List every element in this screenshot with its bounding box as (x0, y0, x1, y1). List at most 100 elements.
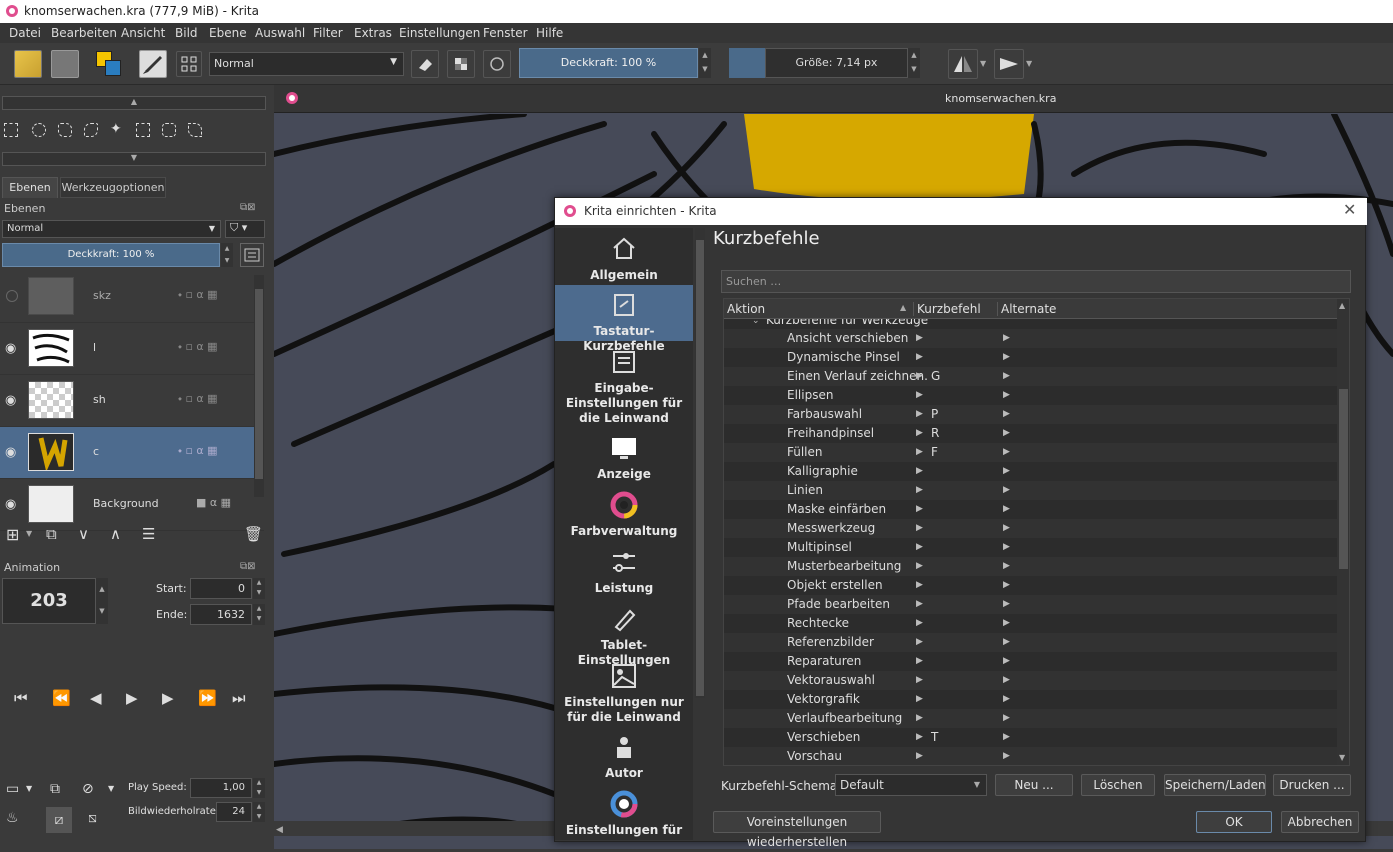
table-row[interactable]: Maske einfärben ▶ ▶ (724, 500, 1337, 519)
scheme-select[interactable]: Default ▼ (835, 774, 987, 796)
tab-ebenen[interactable]: Ebenen (2, 177, 58, 198)
chevron-right-icon[interactable]: ▶ (1003, 751, 1010, 761)
table-row[interactable]: Objekt erstellen ▶ ▶ (724, 576, 1337, 595)
table-scrollbar[interactable]: ▲ ▼ (1337, 299, 1349, 765)
collapse-icon[interactable]: ⌄ (752, 319, 760, 326)
chevron-right-icon[interactable]: ▶ (916, 580, 923, 590)
nav-leinwand-einstellungen[interactable]: Einstellungen nur für die Leinwand (555, 660, 693, 730)
chevron-right-icon[interactable]: ▶ (916, 428, 923, 438)
chevron-down-icon[interactable]: ▼ (26, 784, 32, 793)
delete-layer-icon[interactable]: 🗑 (244, 525, 263, 543)
rectangle-select-icon[interactable] (4, 123, 18, 137)
scroll-thumb[interactable] (1339, 389, 1348, 569)
menu-extras[interactable]: Extras (354, 26, 392, 40)
shortcut-value[interactable]: F (931, 445, 938, 459)
layer-filter-icon[interactable]: ⛉ ▾ (225, 220, 265, 238)
gradient-preset-button[interactable] (14, 50, 42, 78)
menu-fenster[interactable]: Fenster (483, 26, 528, 40)
document-tab-title[interactable]: knomserwachen.kra (945, 92, 1056, 105)
table-row[interactable]: Reparaturen ▶ ▶ (724, 652, 1337, 671)
frame-spin-arrows[interactable]: ▲ ▼ (96, 578, 108, 624)
opacity-spin-arrows[interactable]: ▲ ▼ (699, 48, 711, 78)
chevron-right-icon[interactable]: ▶ (916, 409, 923, 419)
table-row[interactable]: Linien ▶ ▶ (724, 481, 1337, 500)
flame-icon[interactable]: ♨ (6, 810, 19, 826)
chevron-right-icon[interactable]: ▶ (916, 713, 923, 723)
bezier-select-icon[interactable] (162, 123, 176, 137)
freehand-select-icon[interactable] (84, 123, 98, 137)
first-frame-icon[interactable]: ⏮ (14, 689, 28, 707)
opacity-slider[interactable]: Deckkraft: 100 % (519, 48, 698, 78)
close-icon[interactable]: ✕ (1343, 200, 1356, 219)
table-row[interactable]: Rechtecke ▶ ▶ (724, 614, 1337, 633)
mirror-horizontal-icon[interactable] (948, 49, 978, 79)
pattern-preset-button[interactable] (51, 50, 79, 78)
float-close-icon[interactable]: ⧉⊠ (240, 202, 264, 214)
chevron-right-icon[interactable]: ▶ (916, 371, 923, 381)
chevron-right-icon[interactable]: ▶ (1003, 732, 1010, 742)
table-row[interactable]: Füllen ▶ F ▶ (724, 443, 1337, 462)
start-frame-field[interactable]: 0 (190, 578, 252, 599)
menu-ansicht[interactable]: Ansicht (121, 26, 165, 40)
chevron-right-icon[interactable]: ▶ (916, 656, 923, 666)
chevron-down-icon[interactable]: ▼ (980, 49, 990, 79)
chevron-right-icon[interactable]: ▶ (1003, 447, 1010, 457)
shortcut-value[interactable]: R (931, 426, 939, 440)
auto-key-icon[interactable]: ⧅ (88, 810, 97, 826)
chevron-right-icon[interactable]: ▶ (1003, 390, 1010, 400)
group-row[interactable]: ⌄ Kurzbefehle für Werkzeuge (724, 319, 1337, 329)
prev-frame-icon[interactable]: ◀ (90, 689, 102, 707)
eye-icon[interactable]: ◉ (5, 393, 16, 408)
chevron-right-icon[interactable]: ▶ (1003, 333, 1010, 343)
play-icon[interactable]: ▶ (126, 689, 138, 707)
duplicate-layer-icon[interactable]: ⧉ (46, 525, 57, 543)
chevron-right-icon[interactable]: ▶ (1003, 485, 1010, 495)
reload-preset-icon[interactable] (483, 50, 511, 78)
chevron-down-icon[interactable]: ▼ (108, 784, 114, 793)
table-row[interactable]: Musterbearbeitung ▶ ▶ (724, 557, 1337, 576)
chevron-right-icon[interactable]: ▶ (1003, 352, 1010, 362)
chevron-right-icon[interactable]: ▶ (1003, 656, 1010, 666)
shortcut-value[interactable]: T (931, 730, 938, 744)
magnetic-select-icon[interactable] (188, 123, 202, 137)
mirror-vertical-icon[interactable] (994, 49, 1024, 79)
audio-icon[interactable]: ⊘ (82, 781, 94, 797)
menu-datei[interactable]: Datei (9, 26, 41, 40)
chevron-right-icon[interactable]: ▶ (1003, 523, 1010, 533)
save-load-button[interactable]: Speichern/Laden (1164, 774, 1266, 796)
size-slider[interactable]: Größe: 7,14 px (765, 48, 908, 78)
table-row[interactable]: Farbauswahl ▶ P ▶ (724, 405, 1337, 424)
chevron-right-icon[interactable]: ▶ (1003, 675, 1010, 685)
layer-opacity-spin[interactable]: ▲ ▼ (221, 243, 233, 267)
menu-einstellungen[interactable]: Einstellungen (399, 26, 480, 40)
chevron-right-icon[interactable]: ▶ (1003, 504, 1010, 514)
table-row[interactable]: Freihandpinsel ▶ R ▶ (724, 424, 1337, 443)
chevron-right-icon[interactable]: ▶ (916, 390, 923, 400)
current-frame-field[interactable]: 203 (2, 578, 96, 624)
table-row[interactable]: Messwerkzeug ▶ ▶ (724, 519, 1337, 538)
menu-auswahl[interactable]: Auswahl (255, 26, 305, 40)
table-row[interactable]: Dynamische Pinsel ▶ ▶ (724, 348, 1337, 367)
chevron-right-icon[interactable]: ▶ (1003, 618, 1010, 628)
chevron-right-icon[interactable]: ▶ (916, 485, 923, 495)
table-row[interactable]: Ellipsen ▶ ▶ (724, 386, 1337, 405)
menu-filter[interactable]: Filter (313, 26, 343, 40)
fps-field[interactable]: 24 (216, 802, 252, 822)
move-down-icon[interactable]: ∨ (78, 525, 89, 543)
table-row[interactable]: Multipinsel ▶ ▶ (724, 538, 1337, 557)
chevron-right-icon[interactable]: ▶ (1003, 409, 1010, 419)
fps-spin[interactable]: ▲ ▼ (253, 802, 265, 822)
table-row[interactable]: Referenzbilder ▶ ▶ (724, 633, 1337, 652)
new-scheme-button[interactable]: Neu ... (995, 774, 1073, 796)
column-kurzbefehl[interactable]: Kurzbefehl (913, 302, 981, 316)
chevron-down-icon[interactable]: ▼ (26, 529, 32, 538)
layer-flags-icon[interactable]: ⬩ ▫ α ▦ (178, 340, 218, 354)
search-input[interactable]: Suchen … (721, 270, 1351, 293)
chevron-right-icon[interactable]: ▶ (916, 618, 923, 628)
chevron-right-icon[interactable]: ▶ (916, 675, 923, 685)
prev-keyframe-icon[interactable]: ⏪ (52, 689, 71, 707)
chevron-down-icon[interactable]: ▼ (1026, 49, 1036, 79)
table-row[interactable]: Pfade bearbeiten ▶ ▶ (724, 595, 1337, 614)
nav-anzeige[interactable]: Anzeige (555, 432, 693, 488)
chevron-right-icon[interactable]: ▶ (916, 599, 923, 609)
